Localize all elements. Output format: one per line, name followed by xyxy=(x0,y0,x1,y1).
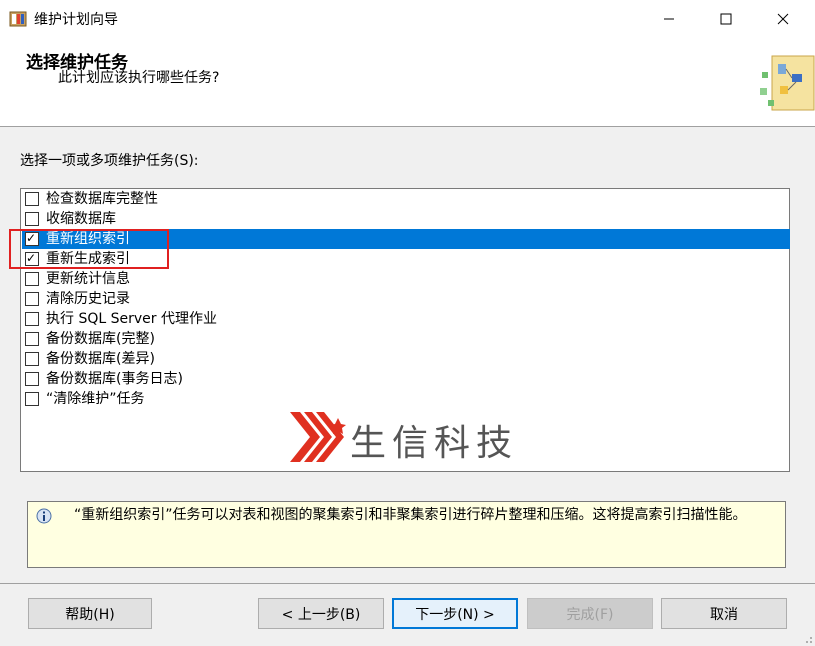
task-label: 清除历史记录 xyxy=(46,291,130,307)
maximize-button[interactable] xyxy=(703,0,749,38)
minimize-icon xyxy=(664,18,674,20)
finish-button[interactable]: 完成(F) xyxy=(527,598,653,629)
footer-divider xyxy=(0,583,815,584)
back-button[interactable]: < 上一步(B) xyxy=(258,598,384,629)
task-item[interactable]: 备份数据库(差异) xyxy=(22,349,790,369)
task-item[interactable]: 执行 SQL Server 代理作业 xyxy=(22,309,790,329)
resize-grip-icon[interactable] xyxy=(803,634,813,644)
task-checkbox[interactable] xyxy=(25,372,39,386)
task-item[interactable]: 备份数据库(完整) xyxy=(22,329,790,349)
task-checkbox[interactable] xyxy=(25,212,39,226)
task-label: 备份数据库(事务日志) xyxy=(46,371,183,387)
page-subtitle: 此计划应该执行哪些任务? xyxy=(58,70,220,86)
wizard-header: 选择维护任务 此计划应该执行哪些任务? xyxy=(0,38,815,127)
task-checkbox[interactable] xyxy=(25,312,39,326)
maximize-icon xyxy=(720,13,732,25)
highlight-annotation xyxy=(9,229,169,269)
task-label: 执行 SQL Server 代理作业 xyxy=(46,311,217,327)
task-checkbox[interactable] xyxy=(25,292,39,306)
task-checkbox[interactable] xyxy=(25,192,39,206)
title-bar: 维护计划向导 xyxy=(0,0,815,38)
task-item[interactable]: 收缩数据库 xyxy=(22,209,790,229)
watermark-logo: 生信科技 xyxy=(290,412,570,464)
task-label: 收缩数据库 xyxy=(46,211,116,227)
task-label: 备份数据库(完整) xyxy=(46,331,155,347)
help-button[interactable]: 帮助(H) xyxy=(28,598,152,629)
minimize-button[interactable] xyxy=(646,0,692,38)
task-item[interactable]: “清除维护”任务 xyxy=(22,389,790,409)
task-label: 更新统计信息 xyxy=(46,271,130,287)
task-list-label: 选择一项或多项维护任务(S): xyxy=(20,153,199,169)
info-icon xyxy=(36,508,52,524)
task-item[interactable]: 清除历史记录 xyxy=(22,289,790,309)
app-icon xyxy=(9,11,27,27)
task-checkbox[interactable] xyxy=(25,392,39,406)
task-item[interactable]: 更新统计信息 xyxy=(22,269,790,289)
watermark-text: 生信科技 xyxy=(350,423,519,464)
close-icon xyxy=(777,13,789,25)
task-label: 备份数据库(差异) xyxy=(46,351,155,367)
task-checkbox[interactable] xyxy=(25,272,39,286)
task-description: “重新组织索引”任务可以对表和视图的聚集索引和非聚集索引进行碎片整理和压缩。这将… xyxy=(74,507,747,523)
task-item[interactable]: 备份数据库(事务日志) xyxy=(22,369,790,389)
task-item[interactable]: 检查数据库完整性 xyxy=(22,189,790,209)
task-checkbox[interactable] xyxy=(25,332,39,346)
watermark-logo-icon xyxy=(290,412,346,462)
window-title: 维护计划向导 xyxy=(34,12,118,28)
cancel-button[interactable]: 取消 xyxy=(661,598,787,629)
task-checkbox[interactable] xyxy=(25,352,39,366)
close-button[interactable] xyxy=(760,0,806,38)
task-description-box: “重新组织索引”任务可以对表和视图的聚集索引和非聚集索引进行碎片整理和压缩。这将… xyxy=(27,501,786,568)
wizard-graphic-icon xyxy=(760,55,815,111)
next-button[interactable]: 下一步(N) > xyxy=(392,598,518,629)
task-label: “清除维护”任务 xyxy=(46,391,145,407)
task-label: 检查数据库完整性 xyxy=(46,191,158,207)
